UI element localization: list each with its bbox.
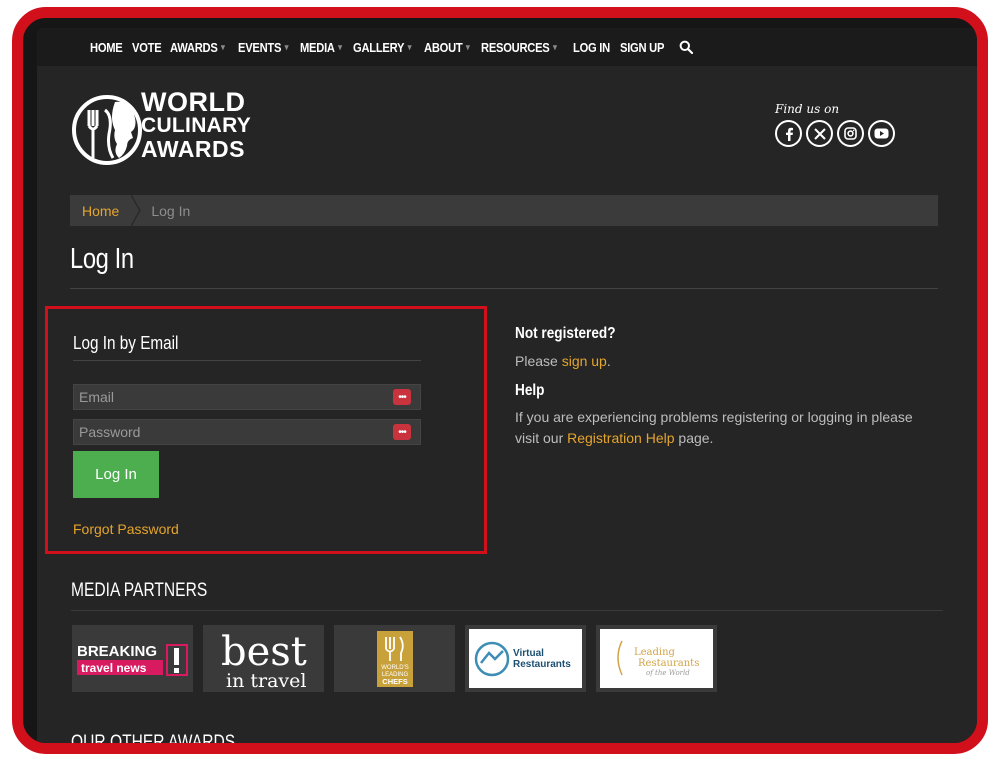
partners-divider — [71, 610, 943, 611]
partner-text: in travel — [226, 670, 306, 691]
partner-text: best — [221, 629, 307, 675]
partner-text: travel news — [81, 661, 147, 675]
help-tail: page. — [678, 430, 714, 446]
partner-virtual-restaurants[interactable]: Virtual Restaurants — [465, 625, 586, 692]
help-heading: Help — [515, 382, 545, 399]
nav-log-in[interactable]: LOG IN — [573, 40, 610, 55]
chevron-down-icon: ▾ — [407, 41, 411, 52]
instagram-icon[interactable] — [837, 120, 864, 147]
logo-line-awards: AWARDS — [141, 136, 245, 162]
password-manager-icon[interactable]: ••• — [393, 389, 411, 405]
partner-text: Restaurants — [638, 658, 699, 669]
registration-help-link[interactable]: Registration Help — [567, 430, 674, 446]
chevron-down-icon: ▾ — [466, 41, 470, 52]
chevron-down-icon: ▾ — [284, 41, 288, 52]
chevron-down-icon: ▾ — [220, 41, 225, 52]
x-icon[interactable] — [806, 120, 833, 147]
logo-line-culinary: CULINARY — [141, 114, 252, 137]
log-in-button[interactable]: Log In — [73, 451, 159, 498]
partner-text: CHEFS — [382, 677, 407, 686]
sign-up-prompt: Please sign up. — [515, 351, 935, 372]
nav-sign-up[interactable]: SIGN UP — [620, 40, 664, 55]
login-heading: Log In by Email — [73, 333, 179, 353]
nav-resources[interactable]: RESOURCES ▾ — [481, 40, 557, 55]
breadcrumb-current: Log In — [151, 202, 191, 219]
youtube-icon[interactable] — [868, 120, 895, 147]
forgot-password-link[interactable]: Forgot Password — [73, 521, 179, 537]
screenshot-frame: HOME VOTE AWARDS ▾ EVENTS ▾ MEDIA ▾ GALLERY… — [12, 7, 988, 754]
nav-awards[interactable]: AWARDS ▾ — [170, 40, 225, 55]
side-info: Not registered? Please sign up. Help If … — [515, 325, 935, 449]
password-field[interactable] — [79, 424, 379, 440]
nav-media[interactable]: MEDIA ▾ — [300, 40, 342, 55]
partner-text: Restaurants — [513, 659, 571, 670]
login-divider — [73, 360, 421, 361]
partner-text: BREAKING — [77, 643, 157, 660]
partner-text: Virtual — [513, 648, 544, 659]
nav-home[interactable]: HOME — [90, 40, 123, 55]
help-text: If you are experiencing problems registe… — [515, 407, 935, 449]
email-field[interactable] — [79, 389, 379, 405]
partner-best-in-travel[interactable]: best in travel — [203, 625, 324, 692]
search-icon[interactable] — [679, 40, 694, 54]
nav-gallery[interactable]: GALLERY ▾ — [353, 40, 412, 55]
sign-up-link[interactable]: sign up — [562, 353, 607, 369]
page: HOME VOTE AWARDS ▾ EVENTS ▾ MEDIA ▾ GALLERY… — [37, 28, 977, 753]
email-field-wrapper: ••• — [73, 384, 421, 410]
partner-text: of the World — [646, 669, 690, 677]
partner-worlds-leading-chefs[interactable]: WORLD'S LEADING CHEFS — [334, 625, 455, 692]
facebook-icon[interactable] — [775, 120, 802, 147]
login-panel: Log In by Email ••• ••• Log In Forgot Pa… — [45, 306, 487, 554]
not-registered-heading: Not registered? — [515, 325, 616, 342]
breadcrumb-home-link[interactable]: Home — [82, 203, 119, 219]
please-text: Please — [515, 353, 558, 369]
logo-wordmark[interactable]: WORLD CULINARY AWARDS — [141, 87, 252, 162]
other-awards-title: OUR OTHER AWARDS — [71, 732, 236, 753]
chevron-down-icon: ▾ — [553, 41, 557, 52]
page-title: Log In — [70, 243, 134, 275]
breadcrumb: Home Log In — [70, 195, 938, 226]
title-divider — [70, 288, 938, 289]
breadcrumb-separator-icon — [131, 195, 142, 226]
nav-vote[interactable]: VOTE — [132, 40, 162, 55]
media-partners-list: BREAKING travel news best in travel WORL… — [72, 625, 717, 692]
logo-line-world: WORLD — [141, 87, 246, 117]
social-links — [775, 120, 895, 147]
partner-text: Leading — [634, 647, 676, 658]
chevron-down-icon: ▾ — [338, 41, 342, 52]
top-nav: HOME VOTE AWARDS ▾ EVENTS ▾ MEDIA ▾ GALLERY… — [37, 28, 977, 66]
period-text: . — [606, 353, 611, 369]
partner-text: WORLD'S — [381, 665, 408, 671]
password-field-wrapper: ••• — [73, 419, 421, 445]
nav-about[interactable]: ABOUT ▾ — [424, 40, 470, 55]
password-manager-icon[interactable]: ••• — [393, 424, 411, 440]
media-partners-title: MEDIA PARTNERS — [71, 580, 208, 601]
partner-breaking-travel-news[interactable]: BREAKING travel news — [72, 625, 193, 692]
find-us-label: Find us on — [775, 102, 840, 116]
nav-events[interactable]: EVENTS ▾ — [238, 40, 289, 55]
partner-leading-restaurants[interactable]: Leading Restaurants of the World — [596, 625, 717, 692]
